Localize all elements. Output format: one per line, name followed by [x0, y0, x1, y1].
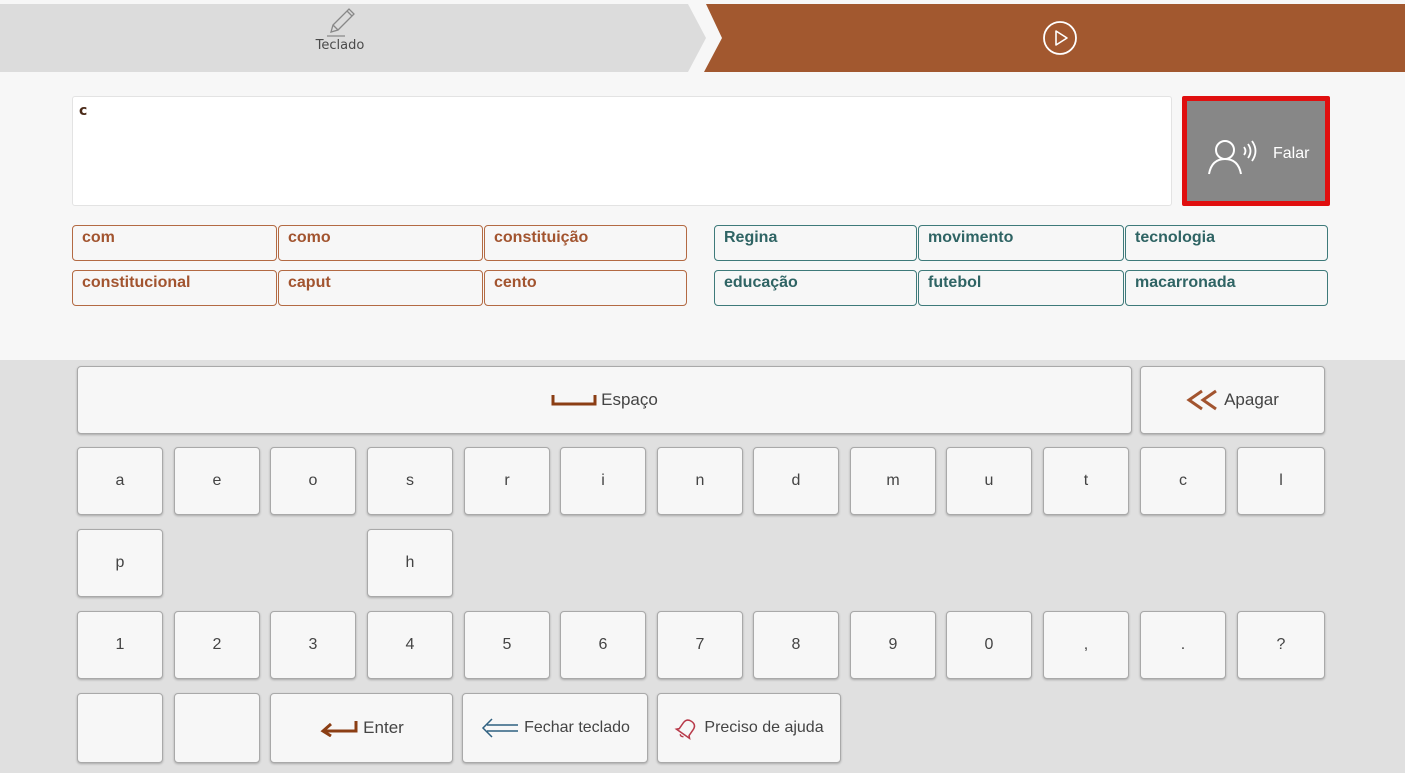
space-key-label: Espaço — [601, 390, 658, 409]
letter-key[interactable]: p — [77, 529, 163, 597]
number-key[interactable]: 3 — [270, 611, 356, 679]
letter-key[interactable]: c — [1140, 447, 1226, 515]
enter-key-label: Enter — [363, 718, 404, 737]
number-key[interactable]: 7 — [657, 611, 743, 679]
suggestion-word[interactable]: com — [72, 225, 277, 261]
space-key[interactable]: Espaço — [77, 366, 1132, 434]
number-key[interactable]: 5 — [464, 611, 550, 679]
punctuation-key[interactable]: , — [1043, 611, 1129, 679]
suggestion-word[interactable]: movimento — [918, 225, 1124, 261]
tab-teclado[interactable]: Teclado — [300, 4, 380, 68]
bell-ringing-icon — [674, 719, 696, 740]
speak-button[interactable]: Falar — [1182, 96, 1330, 206]
message-text: c — [79, 103, 88, 119]
help-key-label: Preciso de ajuda — [704, 719, 824, 736]
letter-key[interactable]: s — [367, 447, 453, 515]
backspace-key-label: Apagar — [1224, 390, 1279, 409]
suggestion-word[interactable]: cento — [484, 270, 687, 306]
suggestion-word[interactable]: caput — [278, 270, 483, 306]
speak-button-label: Falar — [1273, 145, 1310, 162]
blank-key[interactable] — [77, 693, 163, 763]
letter-key[interactable]: h — [367, 529, 453, 597]
close-keyboard-key[interactable]: Fechar teclado — [462, 693, 648, 763]
punctuation-key[interactable]: . — [1140, 611, 1226, 679]
suggestion-word[interactable]: Regina — [714, 225, 917, 261]
letter-key[interactable]: n — [657, 447, 743, 515]
letter-key[interactable]: t — [1043, 447, 1129, 515]
number-key[interactable]: 6 — [560, 611, 646, 679]
number-key[interactable]: 9 — [850, 611, 936, 679]
number-key[interactable]: 1 — [77, 611, 163, 679]
letter-key[interactable]: u — [946, 447, 1032, 515]
suggestion-word[interactable]: tecnologia — [1125, 225, 1328, 261]
number-key[interactable]: 4 — [367, 611, 453, 679]
suggestion-word[interactable]: constitucional — [72, 270, 277, 306]
suggestion-word[interactable]: educação — [714, 270, 917, 306]
letter-key[interactable]: i — [560, 447, 646, 515]
backspace-key[interactable]: Apagar — [1140, 366, 1325, 434]
pencil-icon — [327, 8, 355, 37]
top-bar: Teclado — [0, 0, 1405, 74]
letter-key[interactable]: o — [270, 447, 356, 515]
letter-key[interactable]: e — [174, 447, 260, 515]
tab-teclado-label: Teclado — [315, 38, 365, 53]
letter-key[interactable]: l — [1237, 447, 1325, 515]
letter-key[interactable]: a — [77, 447, 163, 515]
suggestion-word[interactable]: macarronada — [1125, 270, 1328, 306]
suggestion-word[interactable]: como — [278, 225, 483, 261]
letter-key[interactable]: d — [753, 447, 839, 515]
letter-key[interactable]: r — [464, 447, 550, 515]
play-button[interactable] — [1042, 20, 1078, 56]
letter-key[interactable]: m — [850, 447, 936, 515]
double-chevron-left-icon — [1186, 389, 1217, 411]
suggestion-word[interactable]: constituição — [484, 225, 687, 261]
speaking-person-icon — [1208, 140, 1257, 175]
number-key[interactable]: 2 — [174, 611, 260, 679]
space-bar-icon — [551, 395, 597, 406]
number-key[interactable]: 0 — [946, 611, 1032, 679]
message-text-area[interactable]: c — [72, 96, 1172, 206]
punctuation-key[interactable]: ? — [1237, 611, 1325, 679]
help-key[interactable]: Preciso de ajuda — [657, 693, 841, 763]
suggestion-word[interactable]: futebol — [918, 270, 1124, 306]
number-key[interactable]: 8 — [753, 611, 839, 679]
enter-arrow-icon — [320, 721, 358, 737]
double-arrow-left-icon — [482, 718, 519, 738]
blank-key[interactable] — [174, 693, 260, 763]
header-background — [0, 4, 1405, 72]
close-keyboard-label: Fechar teclado — [524, 719, 630, 736]
enter-key[interactable]: Enter — [270, 693, 453, 763]
play-circle-icon — [1043, 21, 1077, 55]
